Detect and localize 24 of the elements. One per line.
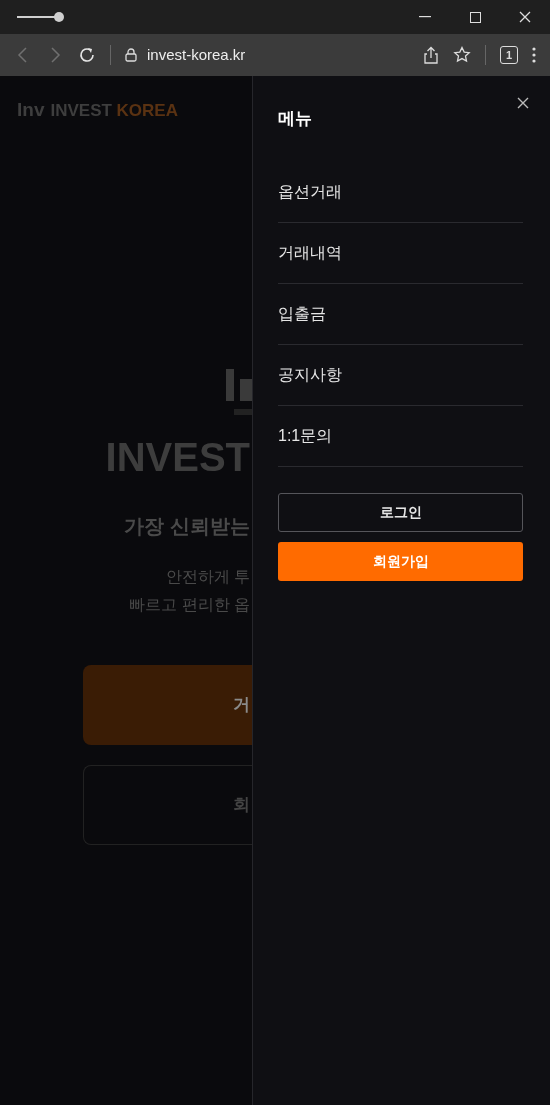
close-icon [519, 11, 531, 23]
slider-icon[interactable] [17, 11, 65, 23]
menu-item[interactable]: 공지사항 [278, 344, 523, 406]
menu-icon[interactable] [532, 47, 536, 63]
close-button[interactable] [516, 96, 530, 110]
menu-item[interactable]: 옵션거래 [278, 161, 523, 223]
tagline: 가장 신뢰받는 [124, 513, 251, 539]
menu-title: 메뉴 [278, 108, 313, 130]
reload-icon[interactable] [78, 46, 96, 64]
share-icon[interactable] [423, 46, 439, 64]
minimize-icon [419, 16, 431, 18]
description-line: 안전하게 투 [165, 566, 251, 587]
menu-item[interactable]: 거래내역 [278, 222, 523, 284]
lock-icon [125, 48, 137, 62]
primary-button[interactable]: 거 [83, 664, 252, 745]
close-icon [516, 96, 530, 110]
star-icon[interactable] [453, 46, 471, 64]
menu-item[interactable]: 입출금 [278, 283, 523, 345]
maximize-icon [469, 11, 481, 23]
description-line: 빠르고 편리한 옵 [129, 594, 251, 615]
tab-count[interactable]: 1 [500, 46, 518, 64]
menu-item[interactable]: 1:1문의 [278, 405, 523, 467]
address-field[interactable]: invest-korea.kr [147, 43, 409, 67]
login-button[interactable]: 로그인 [278, 492, 523, 532]
